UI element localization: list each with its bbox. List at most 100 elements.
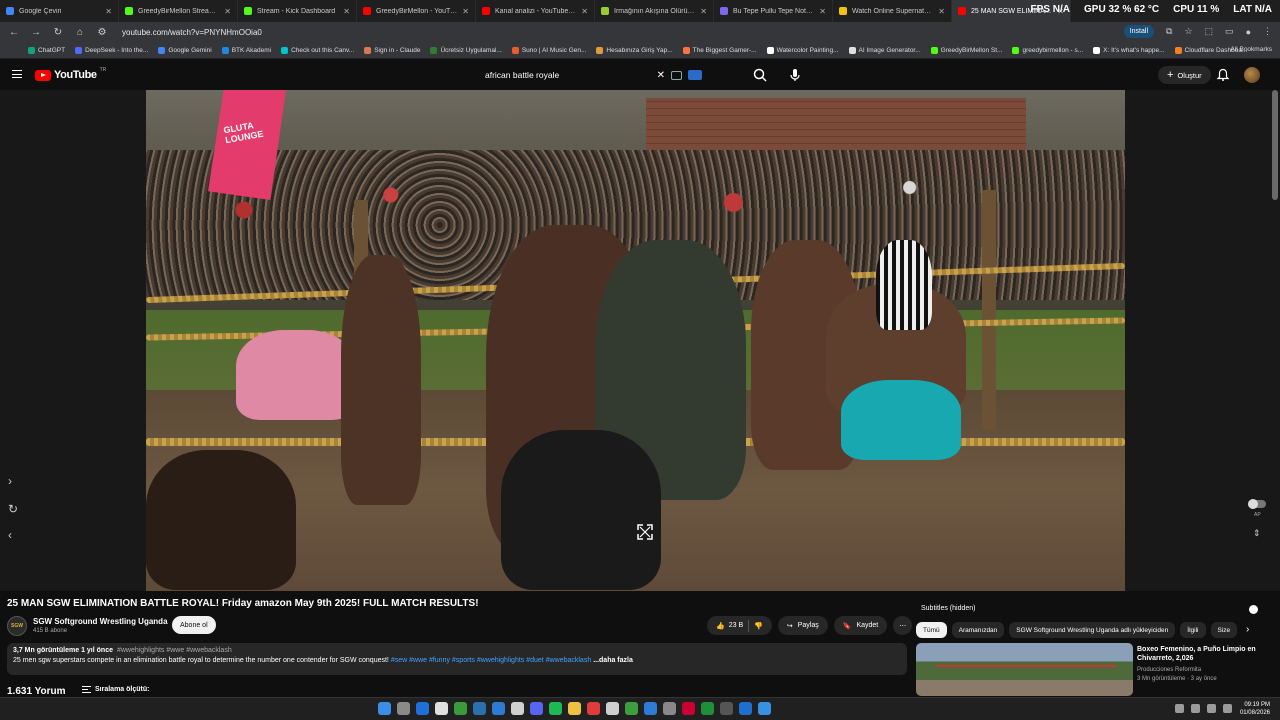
subscribe-button[interactable]: Abone ol bbox=[172, 616, 216, 634]
translate-extension-icon[interactable] bbox=[688, 70, 702, 80]
thumbs-down-icon[interactable]: 👎 bbox=[754, 622, 763, 630]
taskbar-app-icon[interactable] bbox=[587, 702, 600, 715]
bookmark-item[interactable]: The Biggest Gamer-... bbox=[682, 46, 757, 54]
install-button[interactable]: Install bbox=[1123, 25, 1155, 38]
star-icon[interactable]: ☆ bbox=[1184, 26, 1192, 37]
network-icon[interactable] bbox=[1191, 704, 1200, 713]
volume-icon[interactable] bbox=[1207, 704, 1216, 713]
chevron-left-icon[interactable]: ‹ bbox=[8, 528, 12, 542]
chevron-right-icon[interactable]: › bbox=[8, 474, 12, 488]
tab-close-icon[interactable]: ✕ bbox=[938, 7, 945, 16]
like-button[interactable]: 👍 23 B bbox=[716, 622, 743, 630]
browser-tab[interactable]: Kanal analizi - YouTube Studio ✕ bbox=[476, 0, 595, 22]
show-more-link[interactable]: ...daha fazla bbox=[593, 657, 633, 664]
bookmark-item[interactable]: Suno | AI Music Gen... bbox=[511, 46, 586, 54]
taskbar-app-icon[interactable] bbox=[701, 702, 714, 715]
bookmark-item[interactable]: Sign in - Claude bbox=[364, 46, 420, 54]
tab-close-icon[interactable]: ✕ bbox=[343, 7, 350, 16]
chevron-up-icon[interactable] bbox=[1175, 704, 1184, 713]
site-info-icon[interactable]: ⚙ bbox=[96, 27, 108, 38]
taskbar-app-icon[interactable] bbox=[473, 702, 486, 715]
chip-from-search[interactable]: Aramanızdan bbox=[951, 622, 1005, 638]
taskbar-app-icon[interactable] bbox=[663, 702, 676, 715]
description-hashtags[interactable]: #sew #wwe #funny #sports #wwehighlights … bbox=[391, 657, 591, 664]
hamburger-menu-icon[interactable] bbox=[12, 70, 22, 78]
browser-tab[interactable]: Watch Online Supernatural Sea ✕ bbox=[833, 0, 952, 22]
tab-close-icon[interactable]: ✕ bbox=[700, 7, 707, 16]
create-button[interactable]: + Oluştur bbox=[1158, 66, 1211, 84]
bookmark-item[interactable]: AI Image Generator... bbox=[848, 46, 921, 54]
cast-icon[interactable]: ▭ bbox=[1225, 26, 1234, 37]
keyboard-icon[interactable] bbox=[671, 70, 682, 80]
extensions-icon[interactable]: ⬚ bbox=[1205, 26, 1214, 37]
taskbar-app-icon[interactable] bbox=[530, 702, 543, 715]
channel-avatar[interactable]: SGW bbox=[7, 616, 27, 636]
taskbar-app-icon[interactable] bbox=[644, 702, 657, 715]
chip-for-you[interactable]: Size bbox=[1210, 622, 1238, 638]
page-scrollbar[interactable] bbox=[1272, 90, 1278, 200]
chip-from-uploader[interactable]: SGW Softground Wrestling Uganda adlı yük… bbox=[1009, 622, 1176, 638]
browser-tab[interactable]: Bu Tepe Pullu Tepe Notaları | N ✕ bbox=[714, 0, 833, 22]
expand-vertical-icon[interactable]: ⇕ bbox=[1253, 528, 1261, 539]
profile-icon[interactable]: ● bbox=[1246, 27, 1251, 37]
bookmark-item[interactable]: DeepSeek - Into the... bbox=[75, 46, 148, 54]
bookmark-item[interactable]: Ücretsiz Uygulamal... bbox=[430, 46, 502, 54]
chips-next-icon[interactable]: › bbox=[1246, 624, 1249, 635]
taskbar-app-icon[interactable] bbox=[435, 702, 448, 715]
tab-close-icon[interactable]: ✕ bbox=[581, 7, 588, 16]
chevron-down-icon[interactable] bbox=[1249, 605, 1258, 614]
url-field[interactable]: youtube.com/watch?v=PNYNHmOOia0 bbox=[122, 28, 262, 37]
forward-icon[interactable]: → bbox=[30, 27, 42, 38]
browser-tab[interactable]: GreedyBirMellon Stream - Watc ✕ bbox=[119, 0, 238, 22]
bookmark-item[interactable]: BTK Akademi bbox=[221, 46, 271, 54]
browser-tab[interactable]: GreedyBirMellon - YouTube ✕ bbox=[357, 0, 476, 22]
bookmark-item[interactable]: GreedyBirMellon St... bbox=[930, 46, 1002, 54]
autoplay-toggle[interactable] bbox=[1248, 499, 1266, 509]
share-button[interactable]: ↪ Paylaş bbox=[777, 616, 828, 635]
reload-icon[interactable]: ↻ bbox=[52, 27, 64, 38]
taskbar-app-icon[interactable] bbox=[568, 702, 581, 715]
browser-menu-icon[interactable]: ⋮ bbox=[1263, 26, 1272, 37]
bookmark-item[interactable]: Google Gemini bbox=[158, 46, 212, 54]
description-box[interactable]: 3,7 Mn görüntüleme 1 yıl önce #wwehighli… bbox=[7, 643, 907, 675]
taskbar-app-icon[interactable] bbox=[758, 702, 771, 715]
recommended-thumbnail[interactable] bbox=[916, 643, 1133, 696]
tab-close-icon[interactable]: ✕ bbox=[819, 7, 826, 16]
tab-close-icon[interactable]: ✕ bbox=[462, 7, 469, 16]
microphone-icon[interactable] bbox=[788, 67, 802, 83]
clear-search-icon[interactable]: ✕ bbox=[657, 70, 665, 81]
chip-related[interactable]: İlgili bbox=[1180, 622, 1206, 638]
taskbar-app-icon[interactable] bbox=[492, 702, 505, 715]
taskbar-app-icon[interactable] bbox=[720, 702, 733, 715]
recommended-channel[interactable]: Producciones Reformita bbox=[1137, 667, 1201, 673]
taskbar-app-icon[interactable] bbox=[454, 702, 467, 715]
taskbar-app-icon[interactable] bbox=[682, 702, 695, 715]
sort-comments-button[interactable]: Sıralama ölçütü: bbox=[82, 686, 149, 693]
browser-tab[interactable]: Google Çeviri ✕ bbox=[0, 0, 119, 22]
bookmark-item[interactable]: Watercolor Painting... bbox=[766, 46, 839, 54]
chip-all[interactable]: Tümü bbox=[916, 622, 947, 638]
back-icon[interactable]: ← bbox=[8, 27, 20, 38]
taskbar-app-icon[interactable] bbox=[397, 702, 410, 715]
taskbar-app-icon[interactable] bbox=[511, 702, 524, 715]
youtube-logo[interactable]: YouTube TR bbox=[35, 67, 106, 81]
tab-close-icon[interactable]: ✕ bbox=[105, 7, 112, 16]
clock[interactable]: 09:19 PM 01/08/2026 bbox=[1240, 701, 1270, 717]
bookmark-item[interactable]: X: It's what's happe... bbox=[1093, 46, 1165, 54]
browser-tab[interactable]: Stream - Kick Dashboard ✕ bbox=[238, 0, 357, 22]
all-bookmarks-button[interactable]: All Bookmarks bbox=[1230, 46, 1272, 53]
bookmark-item[interactable]: Check out this Canv... bbox=[281, 46, 354, 54]
video-player[interactable]: GLUTA LOUNGE bbox=[146, 90, 1125, 591]
translate-icon[interactable]: ⧉ bbox=[1166, 26, 1172, 37]
bookmark-item[interactable]: greedybirmellon - s... bbox=[1012, 46, 1083, 54]
tab-close-icon[interactable]: ✕ bbox=[224, 7, 231, 16]
taskbar-app-icon[interactable] bbox=[549, 702, 562, 715]
notifications-bell-icon[interactable] bbox=[1216, 68, 1230, 82]
taskbar-app-icon[interactable] bbox=[606, 702, 619, 715]
more-actions-button[interactable]: ⋯ bbox=[893, 616, 913, 635]
battery-icon[interactable] bbox=[1223, 704, 1232, 713]
user-avatar[interactable] bbox=[1244, 67, 1260, 83]
search-icon[interactable] bbox=[752, 67, 768, 83]
home-icon[interactable]: ⌂ bbox=[74, 27, 86, 38]
taskbar-app-icon[interactable] bbox=[625, 702, 638, 715]
